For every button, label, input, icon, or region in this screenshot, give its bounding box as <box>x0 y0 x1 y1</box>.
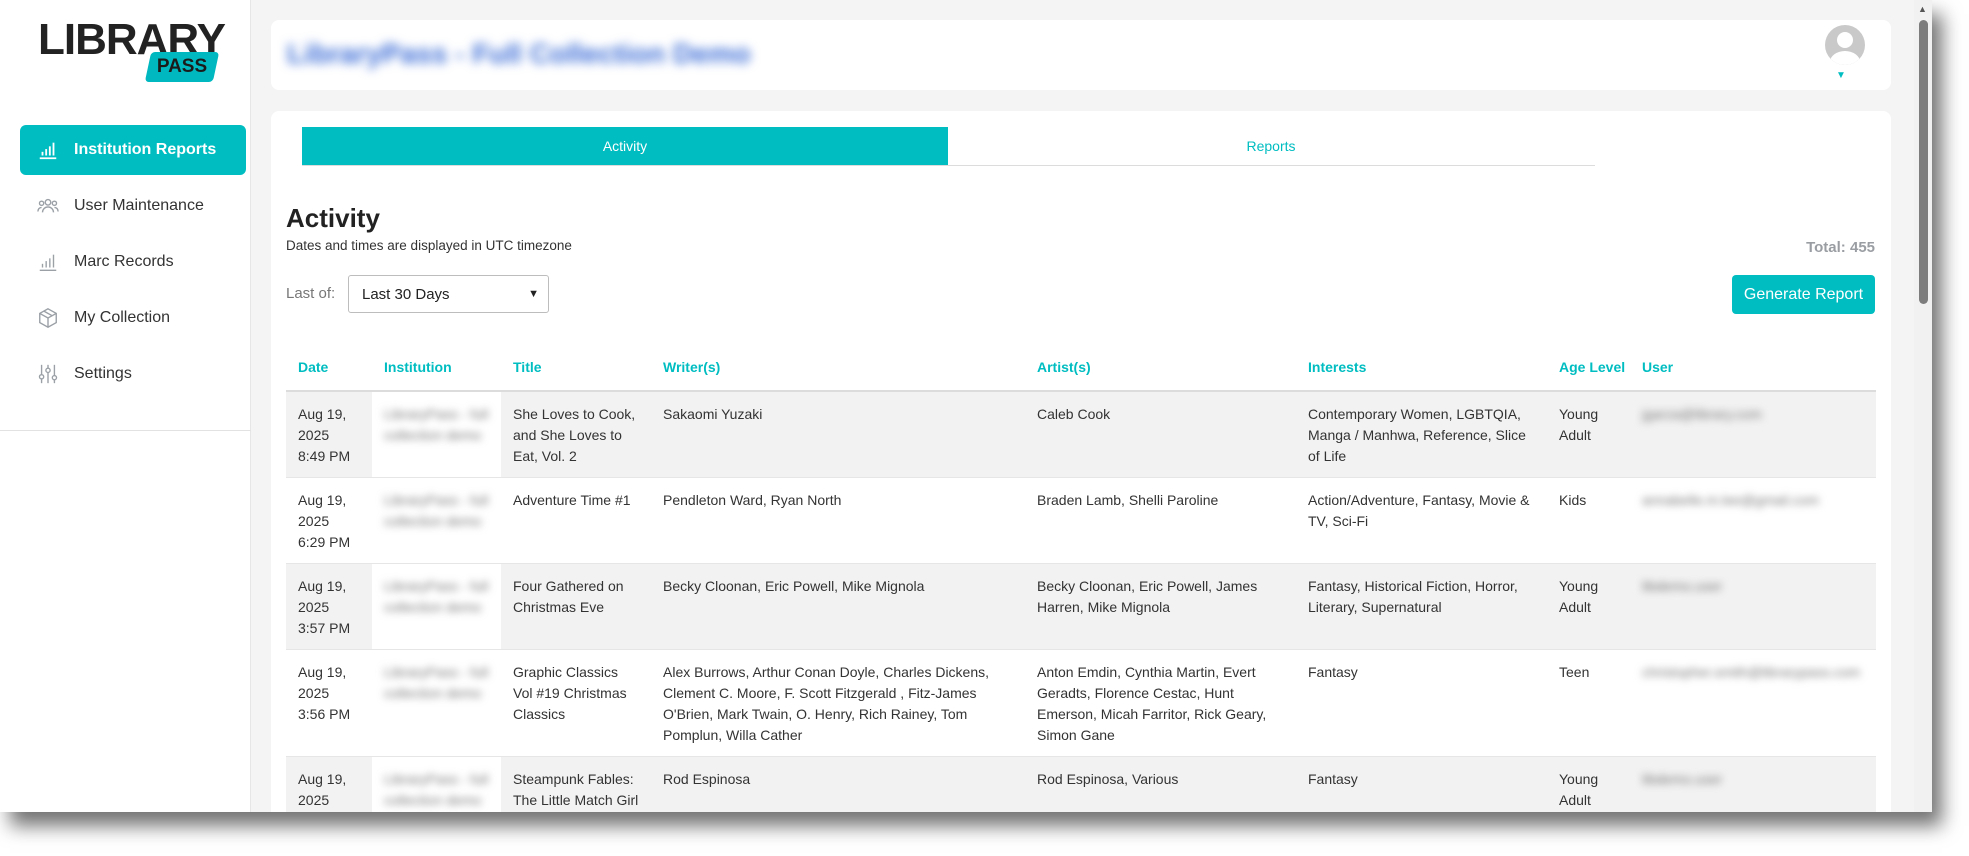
cell-institution: LibraryPass - full collection demo <box>372 478 501 563</box>
column-header-title[interactable]: Title <box>501 357 651 378</box>
sidebar-item-label: Settings <box>74 365 132 382</box>
chevron-down-icon: ▼ <box>528 288 539 300</box>
sidebar-item-user-maintenance[interactable]: User Maintenance <box>20 181 246 231</box>
cell-title: She Loves to Cook, and She Loves to Eat,… <box>513 406 636 464</box>
cell-title: Graphic Classics Vol #19 Christmas Class… <box>513 664 627 722</box>
period-select-value: Last 30 Days <box>362 285 450 303</box>
cell-date: Aug 19, 2025 3:57 PM <box>298 578 351 636</box>
section-title: Activity <box>286 203 380 233</box>
column-header-artists[interactable]: Artist(s) <box>1025 357 1296 378</box>
generate-report-button[interactable]: Generate Report <box>1732 275 1875 314</box>
column-header-date[interactable]: Date <box>286 357 372 378</box>
cell-artists: Anton Emdin, Cynthia Martin, Evert Gerad… <box>1037 664 1267 743</box>
cell-writers: Pendleton Ward, Ryan North <box>663 492 842 508</box>
cell-writers: Sakaomi Yuzaki <box>663 406 763 422</box>
sidebar-item-label: My Collection <box>74 309 171 326</box>
cell-date: Aug 19, 2025 3:48 PM <box>298 771 347 808</box>
sidebar-item-my-collection[interactable]: My Collection <box>20 293 246 343</box>
librarypass-logo[interactable]: LIBRARY PASS <box>38 18 226 82</box>
sidebar-item-marc-records[interactable]: Marc Records <box>20 237 246 287</box>
scrollbar-thumb[interactable] <box>1919 20 1928 304</box>
box-icon <box>36 306 60 330</box>
column-header-user[interactable]: User <box>1630 357 1876 378</box>
table-row[interactable]: Aug 19, 2025 3:57 PM LibraryPass - full … <box>286 564 1876 650</box>
cell-date: Aug 19, 2025 6:29 PM <box>298 492 351 550</box>
cell-date: Aug 19, 2025 8:49 PM <box>298 406 351 464</box>
table-row[interactable]: Aug 19, 2025 3:48 PM LibraryPass - full … <box>286 757 1876 812</box>
users-icon <box>36 194 60 218</box>
bar-chart-icon <box>36 138 60 162</box>
table-header: Date Institution Title Writer(s) Artist(… <box>286 336 1876 392</box>
main-panel: Activity Reports Activity Dates and time… <box>271 111 1891 812</box>
tab-bar: Activity Reports <box>302 127 1595 166</box>
cell-age-level: Young Adult <box>1559 771 1599 808</box>
cell-institution: LibraryPass - full collection demo <box>372 650 501 756</box>
sidebar-item-label: User Maintenance <box>74 197 204 214</box>
sidebar-item-institution-reports[interactable]: Institution Reports <box>20 125 246 175</box>
page-title: LibraryPass - Full Collection Demo <box>287 38 751 69</box>
caret-down-icon[interactable]: ▼ <box>1836 70 1846 81</box>
table-row[interactable]: Aug 19, 2025 3:56 PM LibraryPass - full … <box>286 650 1876 757</box>
logo-badge: PASS <box>144 52 220 82</box>
cell-user: libdemo.user <box>1642 578 1723 594</box>
cell-artists: Braden Lamb, Shelli Paroline <box>1037 492 1219 508</box>
app-window: LIBRARY PASS Institution Reports User Ma… <box>0 0 1932 812</box>
sidebar-divider <box>0 430 251 431</box>
column-header-interests[interactable]: Interests <box>1296 357 1547 378</box>
filter-label: Last of: <box>286 285 336 302</box>
cell-interests: Fantasy <box>1308 771 1358 787</box>
sliders-icon <box>36 362 60 386</box>
sidebar-item-label: Institution Reports <box>74 141 217 158</box>
cell-institution: LibraryPass - full collection demo <box>372 757 501 812</box>
column-header-age-level[interactable]: Age Level <box>1547 357 1630 378</box>
sidebar: LIBRARY PASS Institution Reports User Ma… <box>0 0 251 812</box>
period-select[interactable]: Last 30 Days ▼ <box>348 275 549 313</box>
cell-writers: Alex Burrows, Arthur Conan Doyle, Charle… <box>663 664 990 743</box>
cell-user: annabelle.m.lee@gmail.com <box>1642 492 1819 508</box>
cell-age-level: Young Adult <box>1559 578 1599 615</box>
avatar[interactable] <box>1825 25 1865 65</box>
cell-writers: Becky Cloonan, Eric Powell, Mike Mignola <box>663 578 925 594</box>
cell-artists: Caleb Cook <box>1037 406 1111 422</box>
cell-user: jgarza@library.com <box>1642 406 1762 422</box>
column-header-institution[interactable]: Institution <box>372 357 501 378</box>
scroll-up-arrow-icon[interactable]: ▲ <box>1918 4 1927 14</box>
cell-user: libdemo.user <box>1642 771 1723 787</box>
cell-interests: Contemporary Women, LGBTQIA, Manga / Man… <box>1308 406 1526 464</box>
sidebar-item-settings[interactable]: Settings <box>20 349 246 399</box>
column-header-writers[interactable]: Writer(s) <box>651 357 1025 378</box>
cell-writers: Rod Espinosa <box>663 771 751 787</box>
cell-title: Adventure Time #1 <box>513 492 631 508</box>
cell-date: Aug 19, 2025 3:56 PM <box>298 664 351 722</box>
cell-user: christopher.smith@librarypass.com <box>1642 664 1861 680</box>
cell-interests: Action/Adventure, Fantasy, Movie & TV, S… <box>1308 492 1530 529</box>
table-row[interactable]: Aug 19, 2025 8:49 PM LibraryPass - full … <box>286 392 1876 478</box>
cell-age-level: Kids <box>1559 492 1587 508</box>
timezone-note: Dates and times are displayed in UTC tim… <box>286 238 572 253</box>
cell-institution: LibraryPass - full collection demo <box>372 564 501 649</box>
total-count: Total: 455 <box>1806 239 1875 256</box>
cell-institution: LibraryPass - full collection demo <box>372 392 501 477</box>
cell-age-level: Young Adult <box>1559 406 1599 443</box>
tab-activity[interactable]: Activity <box>302 127 948 165</box>
cell-interests: Fantasy, Historical Fiction, Horror, Lit… <box>1308 578 1518 615</box>
cell-artists: Rod Espinosa, Various <box>1037 771 1179 787</box>
top-header: LibraryPass - Full Collection Demo ▼ <box>271 20 1891 90</box>
cell-title: Four Gathered on Christmas Eve <box>513 578 624 615</box>
cell-artists: Becky Cloonan, Eric Powell, James Harren… <box>1037 578 1258 615</box>
sidebar-item-label: Marc Records <box>74 253 174 270</box>
cell-title: Steampunk Fables: The Little Match Girl <box>513 771 639 808</box>
table-row[interactable]: Aug 19, 2025 6:29 PM LibraryPass - full … <box>286 478 1876 564</box>
sidebar-nav: Institution Reports User Maintenance Mar… <box>20 125 246 405</box>
vertical-scrollbar[interactable]: ▲ <box>1914 0 1932 812</box>
cell-age-level: Teen <box>1559 664 1590 680</box>
bar-chart-icon <box>36 250 60 274</box>
tab-reports[interactable]: Reports <box>948 127 1594 165</box>
cell-interests: Fantasy <box>1308 664 1358 680</box>
activity-table: Date Institution Title Writer(s) Artist(… <box>286 336 1876 812</box>
